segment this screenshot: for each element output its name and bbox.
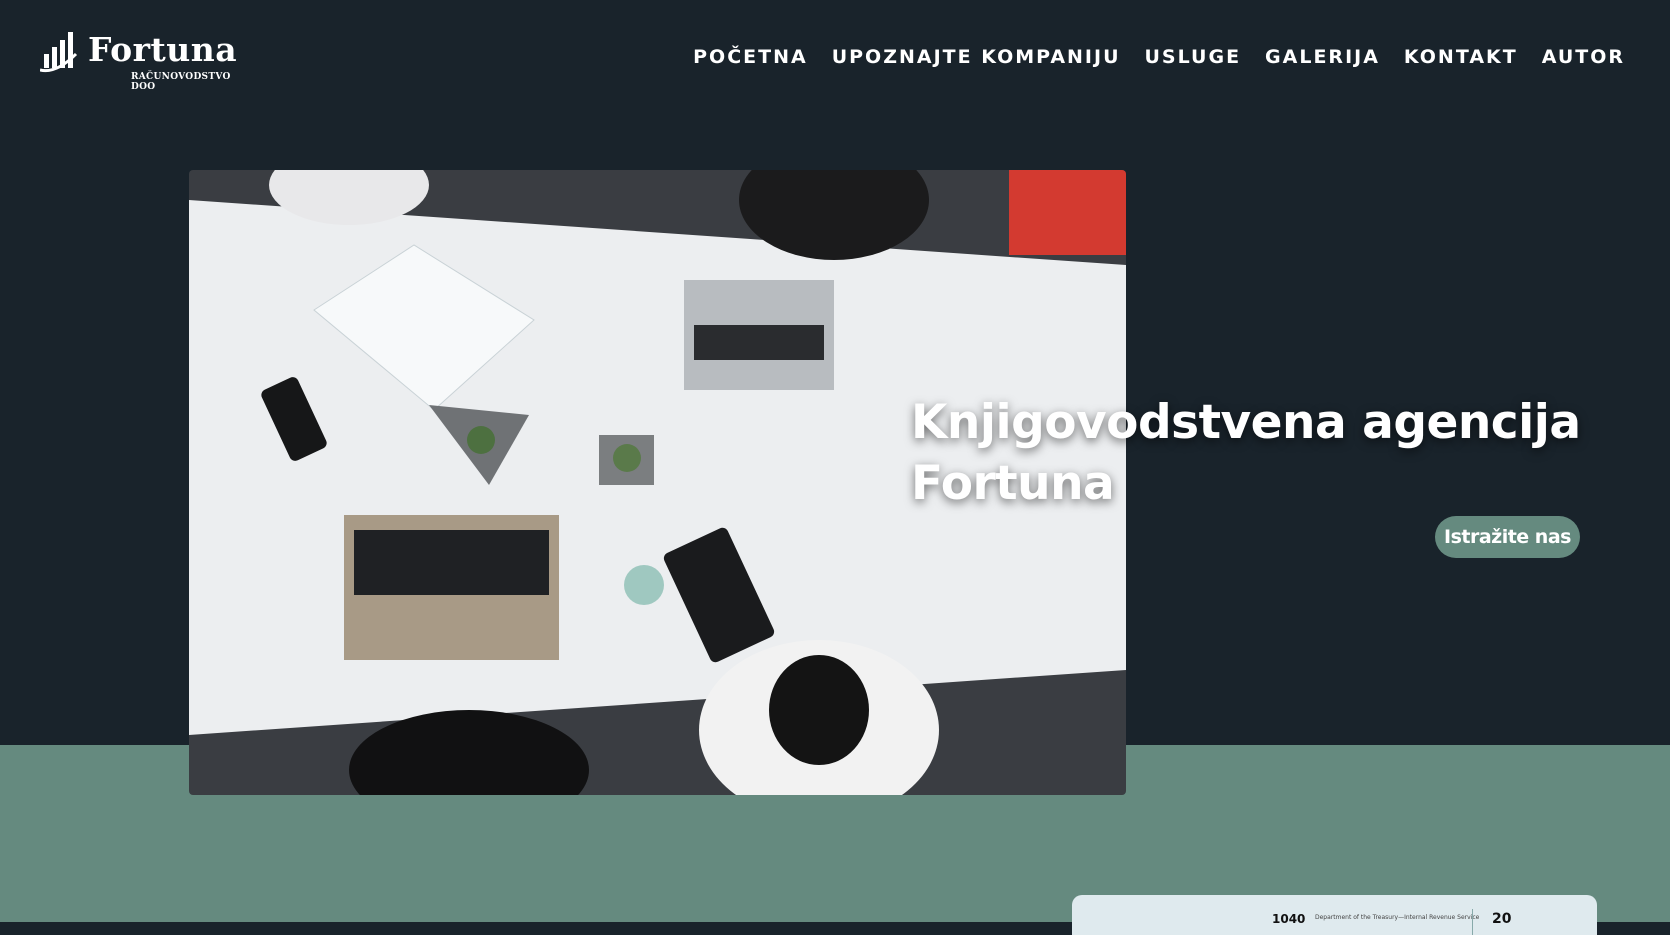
preview-card: 1040 Department of the Treasury—Internal…: [1072, 895, 1597, 935]
hero-title-line2: Fortuna: [911, 456, 1115, 511]
brand-tagline: RAČUNOVODSTVO DOO: [131, 72, 231, 92]
nav-item-upoznajte-kompaniju[interactable]: UPOZNAJTE KOMPANIJU: [832, 44, 1121, 70]
brand-logo[interactable]: Fortuna RAČUNOVODSTVO DOO: [40, 28, 240, 92]
nav-item-kontakt[interactable]: KONTAKT: [1404, 44, 1518, 70]
site-header: Fortuna RAČUNOVODSTVO DOO POČETNA UPOZNA…: [0, 0, 1670, 110]
form-text: Department of the Treasury—Internal Reve…: [1315, 914, 1480, 921]
nav-item-autor[interactable]: AUTOR: [1542, 44, 1625, 70]
hero-title: Knjigovodstvena agencija Fortuna: [911, 392, 1631, 514]
form-number: 1040: [1272, 912, 1306, 926]
bar-chart-logo-icon: [40, 32, 78, 73]
nav-item-pocetna[interactable]: POČETNA: [693, 44, 808, 70]
divider: [1472, 909, 1473, 935]
hero-title-line1: Knjigovodstvena agencija: [911, 395, 1581, 450]
main-nav: POČETNA UPOZNAJTE KOMPANIJU USLUGE GALER…: [693, 44, 1625, 70]
form-year: 20: [1492, 911, 1512, 927]
nav-item-usluge[interactable]: USLUGE: [1145, 44, 1242, 70]
brand-name: Fortuna: [88, 30, 238, 69]
explore-button[interactable]: Istražite nas: [1435, 516, 1580, 558]
nav-item-galerija[interactable]: GALERIJA: [1265, 44, 1380, 70]
